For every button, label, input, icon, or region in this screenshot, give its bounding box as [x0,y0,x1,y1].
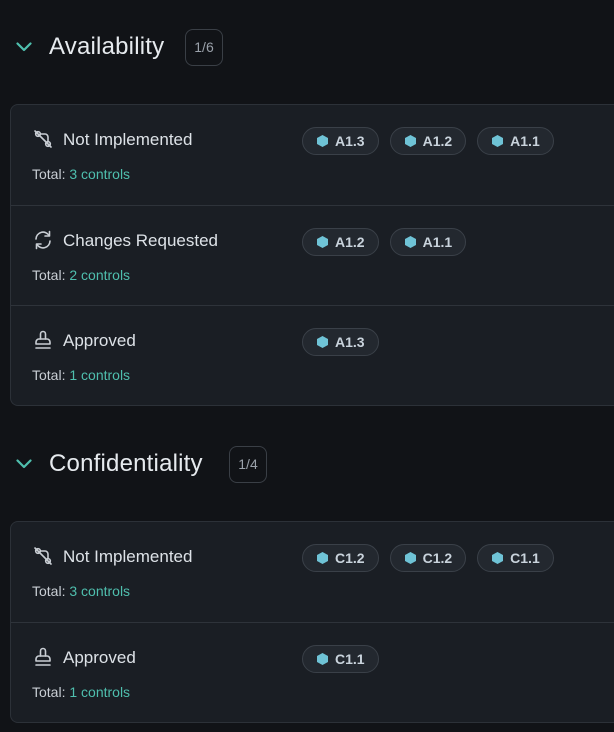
hexagon-icon [317,135,328,147]
hexagon-icon [317,552,328,564]
count-badge: 1/4 [229,445,267,483]
status-label: Not Implemented [63,130,193,149]
total-prefix: Total: [32,583,66,599]
hexagon-icon [404,552,416,564]
total-prefix: Total: [32,166,66,182]
total-text: Total: 1 controls [32,367,130,383]
chip-label: A1.3 [335,133,365,149]
status-row-approved: Approved C1.1 Total: 1 controls [11,622,614,722]
control-chip[interactable]: C1.2 [302,544,379,572]
total-prefix: Total: [32,684,66,700]
total-controls-link[interactable]: 3 controls [69,583,130,599]
hexagon-icon [404,135,416,147]
control-chips: A1.3 [302,328,379,356]
total-controls-link[interactable]: 1 controls [69,367,130,383]
status-label: Not Implemented [63,547,193,566]
chip-label: A1.2 [422,133,453,149]
hexagon-icon [317,236,328,248]
control-chip[interactable]: A1.1 [389,228,467,256]
total-controls-link[interactable]: 3 controls [69,166,130,182]
chevron-down-icon[interactable] [14,37,34,57]
control-chip[interactable]: C1.2 [389,544,467,572]
total-text: Total: 1 controls [32,684,130,700]
section-title: Confidentiality [49,450,203,477]
chevron-down-icon[interactable] [14,454,34,474]
chip-label: C1.1 [335,651,365,667]
section-title: Availability [49,33,165,60]
total-controls-link[interactable]: 1 controls [69,684,130,700]
control-chip[interactable]: C1.1 [477,544,554,572]
total-text: Total: 3 controls [32,166,130,182]
status-label: Approved [63,331,136,350]
status-label: Changes Requested [63,231,219,250]
control-chip[interactable]: A1.3 [302,127,379,155]
chip-label: A1.1 [510,133,540,149]
chip-label: C1.2 [422,550,453,566]
not-implemented-icon [34,130,52,148]
stamp-icon [35,647,51,666]
total-text: Total: 3 controls [32,583,130,599]
chip-label: A1.1 [422,234,453,250]
control-chip[interactable]: C1.1 [302,645,379,673]
control-chips: C1.1 [302,645,379,673]
control-chip[interactable]: A1.2 [302,228,379,256]
control-chip[interactable]: A1.3 [302,328,379,356]
total-controls-link[interactable]: 2 controls [69,267,130,283]
chip-label: C1.1 [510,550,540,566]
status-row-changes-requested: Changes Requested A1.2 A1.1 Total: 2 con… [11,205,614,305]
status-row-not-implemented: Not Implemented A1.3 A1.2 A1.1 Total: 3 … [11,105,614,205]
chip-label: A1.2 [335,234,365,250]
hexagon-icon [492,135,504,147]
status-card-availability: Not Implemented A1.3 A1.2 A1.1 Total: 3 … [10,104,614,406]
stamp-icon [35,330,51,349]
chip-label: A1.3 [335,334,365,350]
refresh-icon [35,230,51,250]
control-chips: C1.2 C1.2 C1.1 [302,544,554,572]
status-label: Approved [63,648,136,667]
section-header-confidentiality[interactable]: Confidentiality 1/4 [0,444,614,484]
hexagon-icon [317,336,328,348]
count-badge: 1/6 [185,28,223,66]
section-header-availability[interactable]: Availability 1/6 [0,27,614,67]
control-chip[interactable]: A1.1 [477,127,554,155]
status-card-confidentiality: Not Implemented C1.2 C1.2 C1.1 Total: 3 … [10,521,614,723]
hexagon-icon [492,552,504,564]
not-implemented-icon [34,547,52,565]
total-prefix: Total: [32,367,66,383]
chip-label: C1.2 [335,550,365,566]
status-row-not-implemented: Not Implemented C1.2 C1.2 C1.1 Total: 3 … [11,522,614,622]
total-text: Total: 2 controls [32,267,130,283]
control-chips: A1.3 A1.2 A1.1 [302,127,554,155]
hexagon-icon [404,236,416,248]
control-chips: A1.2 A1.1 [302,228,467,256]
total-prefix: Total: [32,267,66,283]
control-chip[interactable]: A1.2 [389,127,467,155]
hexagon-icon [317,653,328,665]
status-row-approved: Approved A1.3 Total: 1 controls [11,305,614,405]
